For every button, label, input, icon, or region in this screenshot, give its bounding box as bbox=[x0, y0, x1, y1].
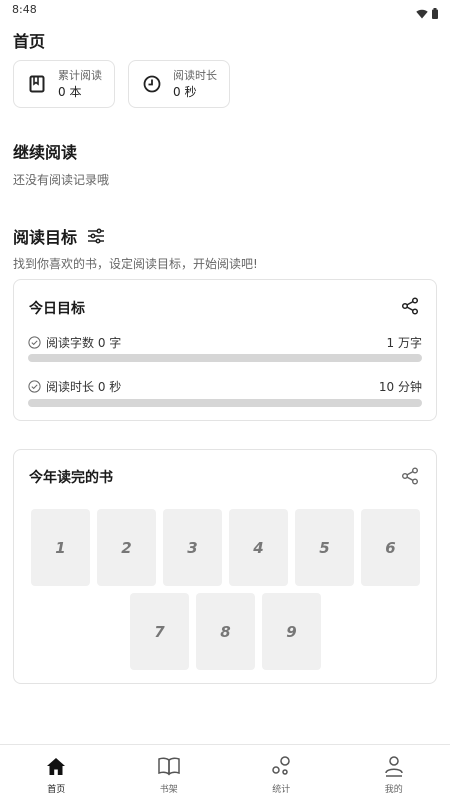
home-icon bbox=[44, 754, 68, 778]
nav-item-home[interactable]: 首页 bbox=[0, 745, 113, 800]
nav-label-stats: 统计 bbox=[272, 785, 291, 795]
clock-icon bbox=[143, 75, 161, 93]
total-read-value: 0 本 bbox=[58, 84, 82, 99]
wifi-icon bbox=[416, 4, 428, 23]
books-this-year-title: 今年读完的书 bbox=[29, 470, 113, 486]
bottom-nav: 首页 书架 统计 我的 bbox=[0, 744, 450, 800]
book-slot-5[interactable]: 5 bbox=[295, 509, 354, 586]
check-circle-icon bbox=[28, 336, 41, 349]
continue-reading-title: 继续阅读 bbox=[13, 143, 78, 162]
today-goal-card: 今日目标 阅读字数 0 字 1 万字 阅读时长 0 秒 10 分钟 bbox=[13, 279, 437, 421]
goal-row-words: 阅读字数 0 字 1 万字 bbox=[28, 334, 422, 350]
book-slot-3[interactable]: 3 bbox=[163, 509, 222, 586]
reading-time-value: 0 秒 bbox=[173, 84, 197, 99]
goal-time-target: 10 分钟 bbox=[378, 380, 422, 394]
reading-time-label: 阅读时长 bbox=[173, 68, 217, 82]
share-books-button[interactable] bbox=[400, 466, 420, 486]
book-icon bbox=[28, 75, 46, 93]
book-slot-7[interactable]: 7 bbox=[130, 593, 189, 670]
goal-time-progress bbox=[28, 399, 422, 407]
check-circle-icon bbox=[28, 380, 41, 393]
total-read-label: 累计阅读 bbox=[58, 68, 102, 82]
battery-icon bbox=[432, 4, 438, 23]
goal-words-label: 阅读字数 0 字 bbox=[46, 336, 122, 350]
stats-icon bbox=[269, 754, 293, 778]
book-slot-8[interactable]: 8 bbox=[196, 593, 255, 670]
bookshelf-icon bbox=[157, 754, 181, 778]
nav-item-bookshelf[interactable]: 书架 bbox=[113, 745, 226, 800]
status-bar: 8:48 bbox=[0, 0, 450, 22]
book-slot-4[interactable]: 4 bbox=[229, 509, 288, 586]
goal-words-progress bbox=[28, 354, 422, 362]
status-time: 8:48 bbox=[12, 3, 37, 16]
book-slot-9[interactable]: 9 bbox=[262, 593, 321, 670]
home-screen: 8:48 首页 累计阅读 0 本 阅读时长 0 秒 继续阅读 还没有阅读记录哦 … bbox=[0, 0, 450, 800]
share-icon bbox=[401, 467, 419, 485]
reading-goal-title: 阅读目标 bbox=[13, 228, 78, 247]
status-icons bbox=[416, 4, 438, 23]
share-icon bbox=[401, 297, 419, 315]
nav-item-stats[interactable]: 统计 bbox=[225, 745, 338, 800]
reading-time-card[interactable]: 阅读时长 0 秒 bbox=[128, 60, 230, 108]
goal-time-label: 阅读时长 0 秒 bbox=[46, 380, 122, 394]
continue-reading-empty: 还没有阅读记录哦 bbox=[13, 173, 110, 187]
page-title: 首页 bbox=[13, 32, 46, 51]
goal-settings-icon[interactable] bbox=[87, 228, 105, 244]
nav-label-bookshelf: 书架 bbox=[159, 785, 178, 795]
profile-icon bbox=[382, 754, 406, 778]
goal-words-target: 1 万字 bbox=[386, 336, 422, 350]
share-today-goal-button[interactable] bbox=[400, 296, 420, 316]
reading-goal-subtitle: 找到你喜欢的书，设定阅读目标，开始阅读吧! bbox=[13, 257, 258, 271]
total-read-card[interactable]: 累计阅读 0 本 bbox=[13, 60, 115, 108]
book-slot-2[interactable]: 2 bbox=[97, 509, 156, 586]
nav-label-profile: 我的 bbox=[384, 785, 403, 795]
nav-label-home: 首页 bbox=[47, 785, 66, 795]
book-slot-6[interactable]: 6 bbox=[361, 509, 420, 586]
reading-goal-header: 阅读目标 bbox=[13, 224, 105, 248]
nav-item-profile[interactable]: 我的 bbox=[338, 745, 450, 800]
books-this-year-card: 今年读完的书 1 2 3 4 5 6 7 8 9 bbox=[13, 449, 437, 684]
today-goal-title: 今日目标 bbox=[29, 301, 85, 317]
book-slot-1[interactable]: 1 bbox=[31, 509, 90, 586]
goal-row-time: 阅读时长 0 秒 10 分钟 bbox=[28, 378, 422, 394]
